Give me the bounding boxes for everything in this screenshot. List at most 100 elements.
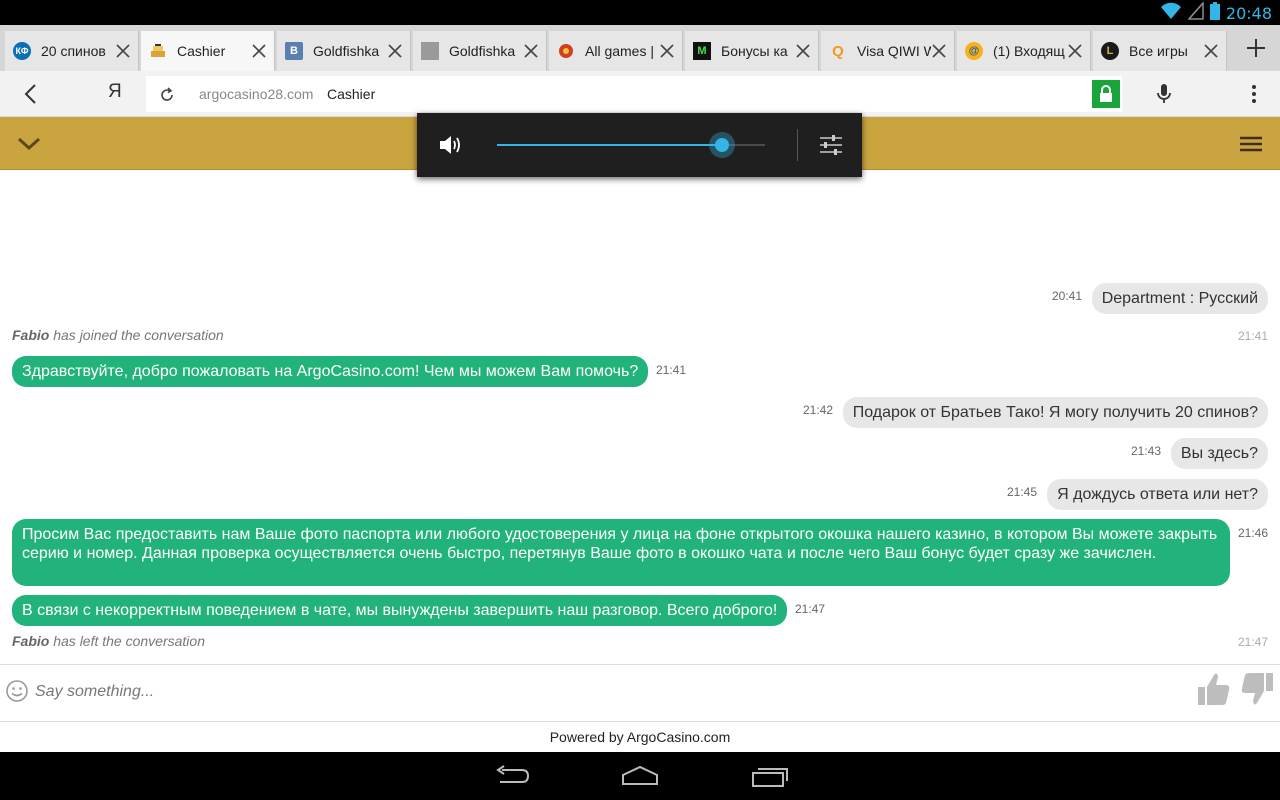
lock-icon[interactable] — [1092, 80, 1120, 108]
mail-at-icon: @ — [965, 42, 983, 60]
smiley-icon[interactable] — [5, 679, 29, 703]
speaker-icon[interactable] — [437, 131, 465, 159]
tab-title: Goldfishka — [449, 43, 516, 59]
nav-back-icon[interactable] — [492, 764, 532, 788]
tab-bonuses[interactable]: M Бонусы ка — [685, 31, 819, 71]
system-message-row: Fabio has left the conversation 21:47 — [12, 633, 1268, 651]
chat-message-row: Просим Вас предоставить нам Ваше фото па… — [12, 519, 1268, 586]
tab-title: (1) Входящ — [993, 43, 1065, 59]
status-bar: 20:48 — [0, 0, 1280, 25]
casino-icon — [149, 42, 167, 60]
tab-title: All games | — [585, 43, 654, 59]
message-timestamp: 21:46 — [1238, 526, 1269, 540]
sliders-settings-icon[interactable] — [817, 131, 845, 159]
volume-panel — [417, 113, 862, 177]
user-message-bubble: Подарок от Братьев Тако! Я могу получить… — [842, 397, 1268, 428]
l-logo-icon: L — [1101, 42, 1119, 60]
agent-name: Fabio — [12, 327, 50, 343]
close-icon[interactable] — [522, 42, 540, 60]
tab-favicon-icon: КФ — [13, 42, 31, 60]
wifi-icon — [1160, 2, 1182, 25]
volume-slider[interactable] — [497, 132, 765, 158]
chat-message-row: Подарок от Братьев Тако! Я могу получить… — [12, 397, 1268, 428]
system-message-text: has joined the conversation — [49, 327, 224, 343]
screen: 20:48 КФ 20 спинов Cashier B Goldfishka … — [0, 0, 1280, 800]
hamburger-menu-icon[interactable] — [1238, 134, 1264, 154]
message-timestamp: 21:42 — [802, 403, 833, 417]
signal-icon — [1187, 0, 1204, 25]
address-bar[interactable]: argocasino28.com Cashier — [146, 76, 1122, 112]
gear-logo-icon — [557, 42, 575, 60]
close-icon[interactable] — [1202, 42, 1220, 60]
agent-message-bubble: Здравствуйте, добро пожаловать на ArgoCa… — [12, 356, 649, 387]
nav-recents-icon[interactable] — [750, 764, 790, 788]
agent-message-bubble: В связи с некорректным поведением в чате… — [12, 595, 788, 626]
agent-message-bubble: Просим Вас предоставить нам Ваше фото па… — [12, 519, 1230, 586]
close-icon[interactable] — [114, 42, 132, 60]
m-logo-icon: M — [693, 42, 711, 60]
system-message-row: Fabio has joined the conversation 21:41 — [12, 327, 1268, 345]
message-input[interactable]: Say something... — [35, 683, 154, 701]
message-timestamp: 21:41 — [656, 363, 687, 377]
battery-icon — [1209, 1, 1220, 25]
browser-toolbar: Я argocasino28.com Cashier — [0, 71, 1280, 117]
thumbs-down-icon[interactable] — [1239, 669, 1275, 709]
message-timestamp: 21:47 — [795, 602, 826, 616]
system-message-text: has left the conversation — [49, 633, 205, 649]
chat-message-row: Я дождусь ответа или нет? 21:45 — [12, 479, 1268, 510]
tab-title: Goldfishka — [313, 43, 380, 59]
tab-visa-qiwi[interactable]: Q Visa QIWI W — [821, 31, 955, 71]
qiwi-icon: Q — [832, 42, 844, 60]
chevron-down-icon[interactable] — [16, 134, 42, 154]
new-tab-plus-icon[interactable] — [1246, 38, 1266, 58]
tab-all-games-ru[interactable]: L Все игры — [1093, 31, 1227, 71]
close-icon[interactable] — [794, 42, 812, 60]
tab-goldfishka[interactable]: Goldfishka — [413, 31, 547, 71]
system-message: Fabio has joined the conversation — [12, 327, 224, 343]
close-icon[interactable] — [250, 42, 268, 60]
clock: 20:48 — [1225, 3, 1272, 23]
tab-title: Бонусы ка — [721, 43, 788, 59]
vk-icon: B — [285, 42, 303, 60]
agent-name: Fabio — [12, 633, 50, 649]
tab-cashier[interactable]: Cashier — [141, 31, 275, 71]
nav-home-icon[interactable] — [620, 764, 660, 788]
tab-strip: КФ 20 спинов Cashier B Goldfishka Goldfi… — [0, 25, 1280, 71]
chat-message-row: Здравствуйте, добро пожаловать на ArgoCa… — [12, 356, 1268, 387]
tab-20-spins[interactable]: КФ 20 спинов — [5, 31, 139, 71]
reload-icon[interactable] — [158, 86, 176, 104]
user-message-bubble: Department : Русский — [1091, 283, 1268, 314]
tab-all-games[interactable]: All games | — [549, 31, 683, 71]
url-page-title: Cashier — [327, 86, 376, 102]
yandex-button[interactable]: Я — [108, 81, 122, 103]
message-timestamp: 21:41 — [1237, 329, 1268, 343]
tab-title: 20 спинов — [41, 43, 106, 59]
message-timestamp: 21:45 — [1006, 485, 1037, 499]
chat-message-row: В связи с некорректным поведением в чате… — [12, 595, 1268, 626]
close-icon[interactable] — [658, 42, 676, 60]
message-timestamp: 21:47 — [1237, 635, 1268, 649]
blank-page-icon — [421, 42, 439, 60]
user-message-bubble: Вы здесь? — [1170, 438, 1268, 469]
close-icon[interactable] — [1066, 42, 1084, 60]
tab-title: Cashier — [177, 43, 226, 59]
chat-transcript: Department : Русский 20:41 Fabio has joine… — [0, 170, 1280, 664]
back-arrow-icon[interactable] — [20, 82, 44, 106]
tab-inbox[interactable]: @ (1) Входящ — [957, 31, 1091, 71]
powered-by-footer: Powered by ArgoCasino.com — [0, 722, 1280, 752]
message-timestamp: 21:43 — [1130, 444, 1161, 458]
volume-slider-thumb[interactable] — [709, 132, 736, 158]
url-domain: argocasino28.com — [199, 86, 314, 102]
system-message: Fabio has left the conversation — [12, 633, 205, 649]
tab-title: Все игры — [1129, 43, 1188, 59]
volume-fill — [497, 144, 723, 146]
user-message-bubble: Я дождусь ответа или нет? — [1047, 479, 1268, 510]
microphone-icon[interactable] — [1154, 82, 1174, 106]
thumbs-up-icon[interactable] — [1196, 669, 1232, 709]
close-icon[interactable] — [930, 42, 948, 60]
overflow-menu-icon[interactable] — [1246, 82, 1262, 106]
tab-goldfishka-vk[interactable]: B Goldfishka — [277, 31, 411, 71]
chat-input-bar: Say something... — [0, 664, 1280, 722]
close-icon[interactable] — [386, 42, 404, 60]
chat-message-row: Department : Русский 20:41 — [12, 283, 1268, 314]
